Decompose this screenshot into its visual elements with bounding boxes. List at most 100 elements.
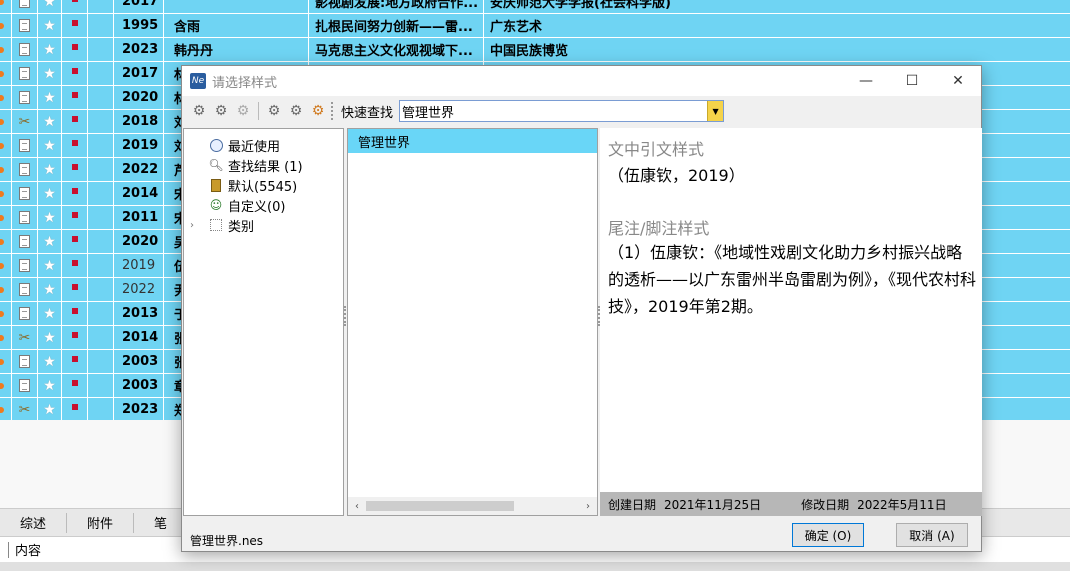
attachment-cell[interactable] <box>12 205 38 230</box>
attachment-cell[interactable] <box>12 0 38 14</box>
star-icon: ★ <box>43 65 56 82</box>
chevron-right-icon[interactable]: › <box>190 220 194 231</box>
category-tree: 最近使用 🔍︎ 查找结果 (1) 默认(5545) ☺ 自定义(0) › 类别 <box>183 128 344 516</box>
blank-cell <box>88 181 114 206</box>
horizontal-scrollbar[interactable]: ‹ › <box>348 497 597 515</box>
rating-cell[interactable]: ★ <box>38 301 62 326</box>
status-dot-cell <box>0 397 12 422</box>
flag-cell <box>62 133 88 158</box>
delete-style-icon[interactable]: ⚙ <box>232 100 254 122</box>
attachment-cell[interactable] <box>12 133 38 158</box>
rating-cell[interactable]: ★ <box>38 205 62 230</box>
attachment-cell[interactable] <box>12 13 38 38</box>
attachment-cell[interactable] <box>12 301 38 326</box>
attachment-cell[interactable] <box>12 37 38 62</box>
export-style-icon[interactable]: ⚙ <box>285 100 307 122</box>
tree-item-default[interactable]: 默认(5545) <box>184 175 343 195</box>
flag-icon <box>71 307 78 314</box>
rating-cell[interactable]: ★ <box>38 0 62 14</box>
status-dot-icon <box>0 118 4 125</box>
quick-find-combo[interactable]: ▼ <box>399 100 725 122</box>
rating-cell[interactable]: ★ <box>38 253 62 278</box>
status-dot-cell <box>0 325 12 350</box>
scroll-thumb[interactable] <box>366 501 514 511</box>
table-row[interactable]: ★ 2017 影视剧发展:地方政府合作... 安庆师范大学学报(社会科学版) <box>0 0 1070 14</box>
status-dot-icon <box>0 22 4 29</box>
flag-cell <box>62 373 88 398</box>
star-icon: ★ <box>43 89 56 106</box>
rating-cell[interactable]: ★ <box>38 85 62 110</box>
edit-style-icon[interactable]: ⚙ <box>210 100 232 122</box>
update-style-icon[interactable]: ⚙ <box>307 100 329 122</box>
tab-notes[interactable]: 笔 <box>134 512 189 533</box>
blank-cell <box>88 373 114 398</box>
style-list-item[interactable]: 管理世界 <box>348 129 597 153</box>
attachment-cell[interactable] <box>12 157 38 182</box>
attachment-cell[interactable] <box>12 85 38 110</box>
attachment-cell[interactable] <box>12 181 38 206</box>
rating-cell[interactable]: ★ <box>38 349 62 374</box>
document-icon <box>19 235 30 248</box>
attachment-clip-icon: ✂ <box>18 329 31 346</box>
style-file-name: 管理世界.nes <box>190 534 264 548</box>
close-button[interactable]: ✕ <box>935 66 981 96</box>
tab-attachments[interactable]: 附件 <box>67 512 135 533</box>
attachment-cell[interactable] <box>12 349 38 374</box>
new-style-icon[interactable]: ⚙ <box>188 100 210 122</box>
blank-cell <box>88 0 114 14</box>
dropdown-arrow-icon[interactable]: ▼ <box>707 101 724 121</box>
tab-summary[interactable]: 综述 <box>0 512 68 533</box>
scroll-left-icon[interactable]: ‹ <box>348 501 366 512</box>
import-style-icon[interactable]: ⚙ <box>263 100 285 122</box>
year-cell: 2003 <box>114 373 164 398</box>
rating-cell[interactable]: ★ <box>38 277 62 302</box>
rating-cell[interactable]: ★ <box>38 373 62 398</box>
attachment-cell[interactable]: ✂ <box>12 397 38 422</box>
attachment-cell[interactable] <box>12 277 38 302</box>
star-icon: ★ <box>43 329 56 346</box>
rating-cell[interactable]: ★ <box>38 229 62 254</box>
table-row[interactable]: ★ 2023 韩丹丹 马克思主义文化观视域下... 中国民族博览 <box>0 37 1070 62</box>
attachment-cell[interactable]: ✂ <box>12 325 38 350</box>
attachment-cell[interactable] <box>12 373 38 398</box>
source-cell: 中国民族博览 <box>490 44 569 59</box>
star-icon: ★ <box>43 233 56 250</box>
attachment-cell[interactable]: ✂ <box>12 109 38 134</box>
dialog-titlebar[interactable]: Ne 请选择样式 — ☐ ✕ <box>182 66 981 96</box>
tree-item-custom[interactable]: ☺ 自定义(0) <box>184 195 343 215</box>
attachment-cell[interactable] <box>12 229 38 254</box>
rating-cell[interactable]: ★ <box>38 37 62 62</box>
cancel-button[interactable]: 取消 (A) <box>896 523 968 547</box>
created-label: 创建日期 <box>608 497 657 512</box>
ok-button[interactable]: 确定 (O) <box>792 523 864 547</box>
quick-find-input[interactable] <box>400 103 708 119</box>
author-cell <box>164 0 309 14</box>
tree-item-label: 查找结果 (1) <box>228 159 303 175</box>
table-row[interactable]: ★ 1995 含雨 扎根民间努力创新——雷... 广东艺术 <box>0 13 1070 38</box>
tree-item-categories[interactable]: › 类别 <box>184 215 343 235</box>
tree-item-recent[interactable]: 最近使用 <box>184 135 343 155</box>
year-cell: 2020 <box>114 85 164 110</box>
status-dot-icon <box>0 70 4 77</box>
rating-cell[interactable]: ★ <box>38 61 62 86</box>
flag-icon <box>71 211 78 218</box>
rating-cell[interactable]: ★ <box>38 325 62 350</box>
rating-cell[interactable]: ★ <box>38 13 62 38</box>
maximize-button[interactable]: ☐ <box>889 66 935 96</box>
rating-cell[interactable]: ★ <box>38 109 62 134</box>
star-icon: ★ <box>43 257 56 274</box>
rating-cell[interactable]: ★ <box>38 157 62 182</box>
status-dot-icon <box>0 310 4 317</box>
status-dot-icon <box>0 382 4 389</box>
rating-cell[interactable]: ★ <box>38 181 62 206</box>
attachment-cell[interactable] <box>12 61 38 86</box>
rating-cell[interactable]: ★ <box>38 397 62 422</box>
tree-item-search-results[interactable]: 🔍︎ 查找结果 (1) <box>184 155 343 175</box>
year-cell: 2003 <box>114 349 164 374</box>
minimize-button[interactable]: — <box>843 66 889 96</box>
attachment-cell[interactable] <box>12 253 38 278</box>
scroll-right-icon[interactable]: › <box>579 501 597 512</box>
tree-item-label: 最近使用 <box>228 139 281 155</box>
rating-cell[interactable]: ★ <box>38 133 62 158</box>
year-cell: 2020 <box>114 229 164 254</box>
